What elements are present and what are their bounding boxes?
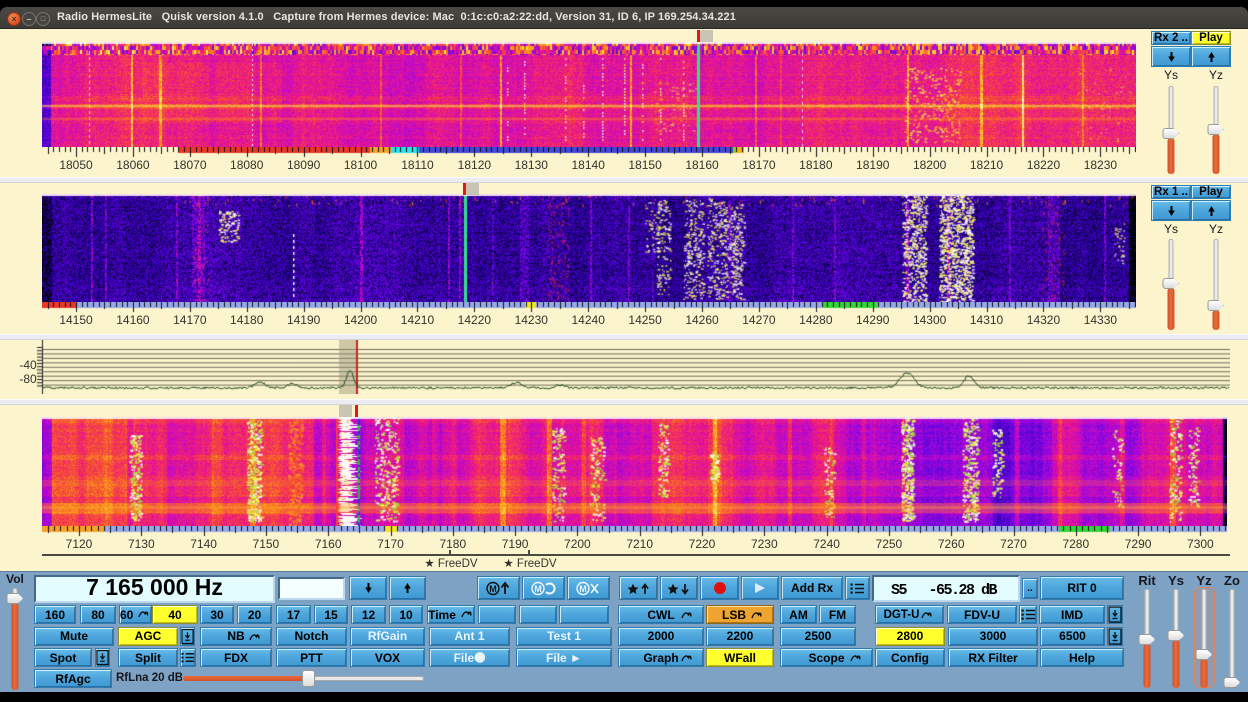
svg-text:M: M [489,584,497,594]
svg-text:M: M [534,584,542,594]
svg-text:M: M [579,584,587,594]
